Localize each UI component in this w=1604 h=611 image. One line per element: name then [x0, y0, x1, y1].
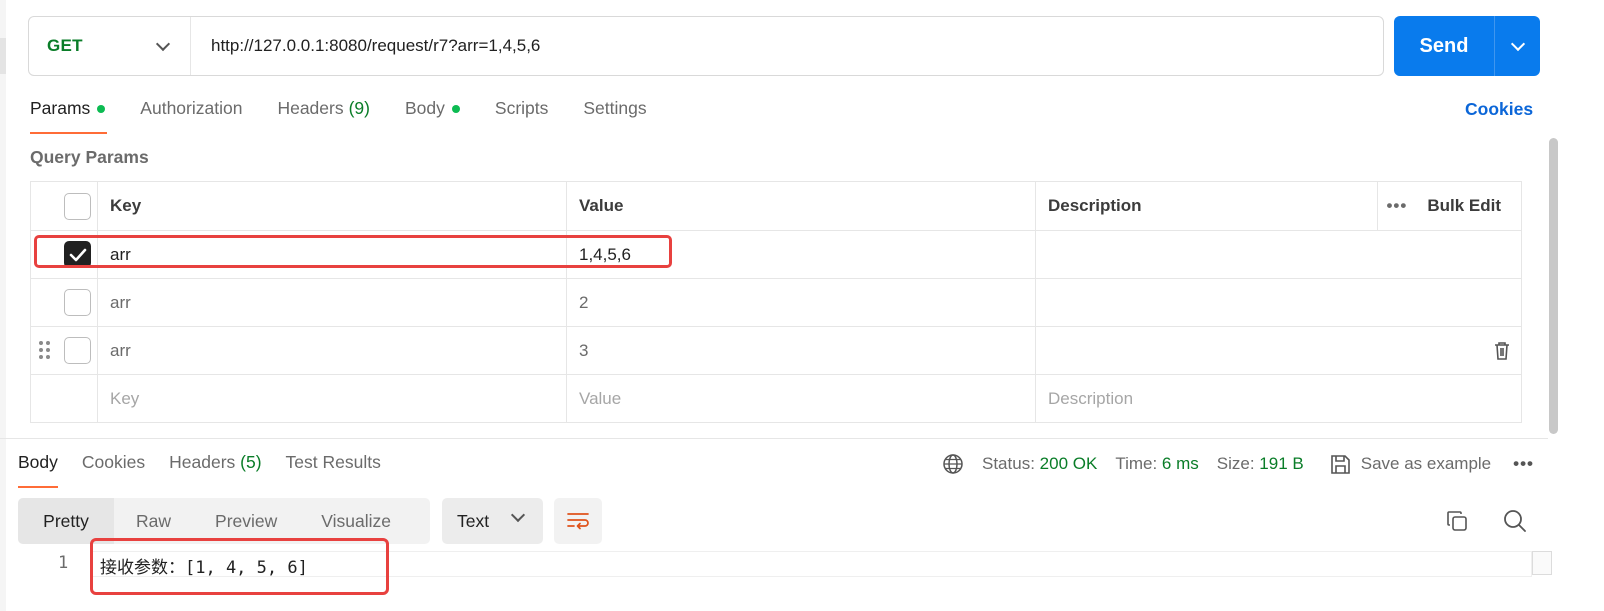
- content-type-label: Text: [457, 510, 490, 531]
- trash-icon[interactable]: [1493, 341, 1511, 361]
- url-bar: GET http://127.0.0.1:8080/request/r7?arr…: [28, 16, 1384, 76]
- cookies-link[interactable]: Cookies: [1465, 99, 1533, 120]
- response-tabs: Body Cookies Headers (5) Test Results: [18, 452, 405, 488]
- bulk-edit-area: ••• Bulk Edit: [1378, 182, 1521, 230]
- tab-label: Scripts: [494, 98, 549, 118]
- response-meta: Status: 200 OK Time: 6 ms Size: 191 B Sa…: [942, 452, 1534, 476]
- tab-label: Headers: [277, 98, 344, 118]
- time-value: 6 ms: [1161, 454, 1199, 473]
- chevron-down-icon: [510, 507, 526, 523]
- new-description-input[interactable]: Description: [1036, 375, 1521, 422]
- response-tab-headers[interactable]: Headers (5): [169, 452, 261, 486]
- param-description[interactable]: [1036, 279, 1521, 326]
- chevron-down-icon: [1510, 36, 1525, 51]
- query-params-title: Query Params: [30, 147, 149, 167]
- size-info[interactable]: Size: 191 B: [1217, 454, 1304, 474]
- tab-count: (5): [240, 452, 262, 472]
- url-input[interactable]: http://127.0.0.1:8080/request/r7?arr=1,4…: [191, 36, 540, 56]
- active-indicator-dot: [451, 105, 460, 113]
- column-header-value: Value: [567, 182, 1036, 230]
- new-key-input[interactable]: Key: [98, 375, 567, 422]
- send-button-group: Send: [1394, 16, 1540, 76]
- horizontal-scrollbar[interactable]: [1532, 551, 1552, 575]
- param-description[interactable]: [1036, 231, 1521, 278]
- status-value: 200 OK: [1039, 454, 1098, 473]
- active-indicator-dot: [97, 105, 106, 113]
- save-icon: [1330, 454, 1350, 474]
- tab-authorization[interactable]: Authorization: [140, 98, 242, 134]
- response-tab-cookies[interactable]: Cookies: [82, 452, 145, 486]
- scrollbar[interactable]: [1549, 138, 1558, 434]
- tab-count: (9): [348, 98, 370, 118]
- param-key[interactable]: arr: [98, 279, 567, 326]
- line-number: 1: [58, 553, 69, 573]
- tab-headers[interactable]: Headers (9): [277, 98, 370, 134]
- params-table: Key Value Description ••• Bulk Edit arr …: [30, 181, 1522, 423]
- param-value[interactable]: 2: [567, 279, 1036, 326]
- method-label: GET: [47, 36, 83, 55]
- select-all-cell: [31, 182, 98, 230]
- drag-handle-icon[interactable]: [39, 341, 53, 361]
- param-value[interactable]: 3: [567, 327, 1036, 374]
- table-row: arr 2: [31, 278, 1521, 326]
- tab-label: Authorization: [140, 98, 243, 118]
- method-select[interactable]: GET: [29, 17, 191, 75]
- more-icon[interactable]: •••: [1386, 196, 1407, 216]
- copy-icon[interactable]: [1446, 510, 1468, 532]
- column-header-description: Description: [1036, 182, 1378, 230]
- chevron-down-icon: [155, 36, 171, 51]
- more-icon[interactable]: •••: [1513, 454, 1534, 474]
- status-label: Status:: [982, 454, 1035, 473]
- wrap-icon: [567, 513, 589, 530]
- search-icon[interactable]: [1503, 509, 1527, 533]
- highlight-box: [34, 235, 672, 268]
- highlight-box: [90, 538, 389, 595]
- new-value-input[interactable]: Value: [567, 375, 1036, 422]
- row-checkbox[interactable]: [64, 289, 91, 316]
- divider: [0, 438, 1548, 439]
- response-tab-body[interactable]: Body: [18, 452, 58, 488]
- tab-label: Headers: [169, 452, 236, 472]
- side-strip: [0, 0, 6, 611]
- send-options-button[interactable]: [1495, 16, 1540, 76]
- time-info[interactable]: Time: 6 ms: [1115, 454, 1198, 474]
- table-header-row: Key Value Description ••• Bulk Edit: [31, 182, 1521, 230]
- size-value: 191 B: [1259, 454, 1304, 473]
- table-row: arr 3: [31, 326, 1521, 374]
- bulk-edit-button[interactable]: Bulk Edit: [1427, 196, 1501, 216]
- param-description[interactable]: [1036, 327, 1521, 374]
- tab-params[interactable]: Params: [30, 98, 108, 134]
- row-checkbox[interactable]: [64, 337, 91, 364]
- column-header-key: Key: [98, 182, 567, 230]
- tab-scripts[interactable]: Scripts: [495, 98, 548, 134]
- send-button[interactable]: Send: [1394, 16, 1494, 76]
- request-tabs: Params Authorization Headers (9) Body Scr…: [30, 98, 682, 138]
- save-as-example-label: Save as example: [1360, 454, 1492, 473]
- time-label: Time:: [1115, 454, 1158, 473]
- table-row-empty: Key Value Description: [31, 374, 1521, 422]
- select-all-checkbox[interactable]: [64, 192, 91, 220]
- status-info[interactable]: Status: 200 OK: [982, 454, 1097, 474]
- content-type-select[interactable]: Text: [442, 498, 543, 544]
- tab-label: Body: [405, 98, 445, 118]
- param-key[interactable]: arr: [98, 327, 567, 374]
- tab-label: Params: [30, 98, 91, 118]
- response-tab-test-results[interactable]: Test Results: [286, 452, 381, 486]
- tab-body[interactable]: Body: [405, 98, 460, 134]
- tab-label: Settings: [583, 98, 647, 118]
- tab-settings[interactable]: Settings: [583, 98, 646, 134]
- size-label: Size:: [1216, 454, 1255, 473]
- wrap-lines-button[interactable]: [554, 498, 602, 544]
- globe-icon[interactable]: [942, 453, 964, 475]
- save-as-example-button[interactable]: Save as example: [1330, 454, 1491, 475]
